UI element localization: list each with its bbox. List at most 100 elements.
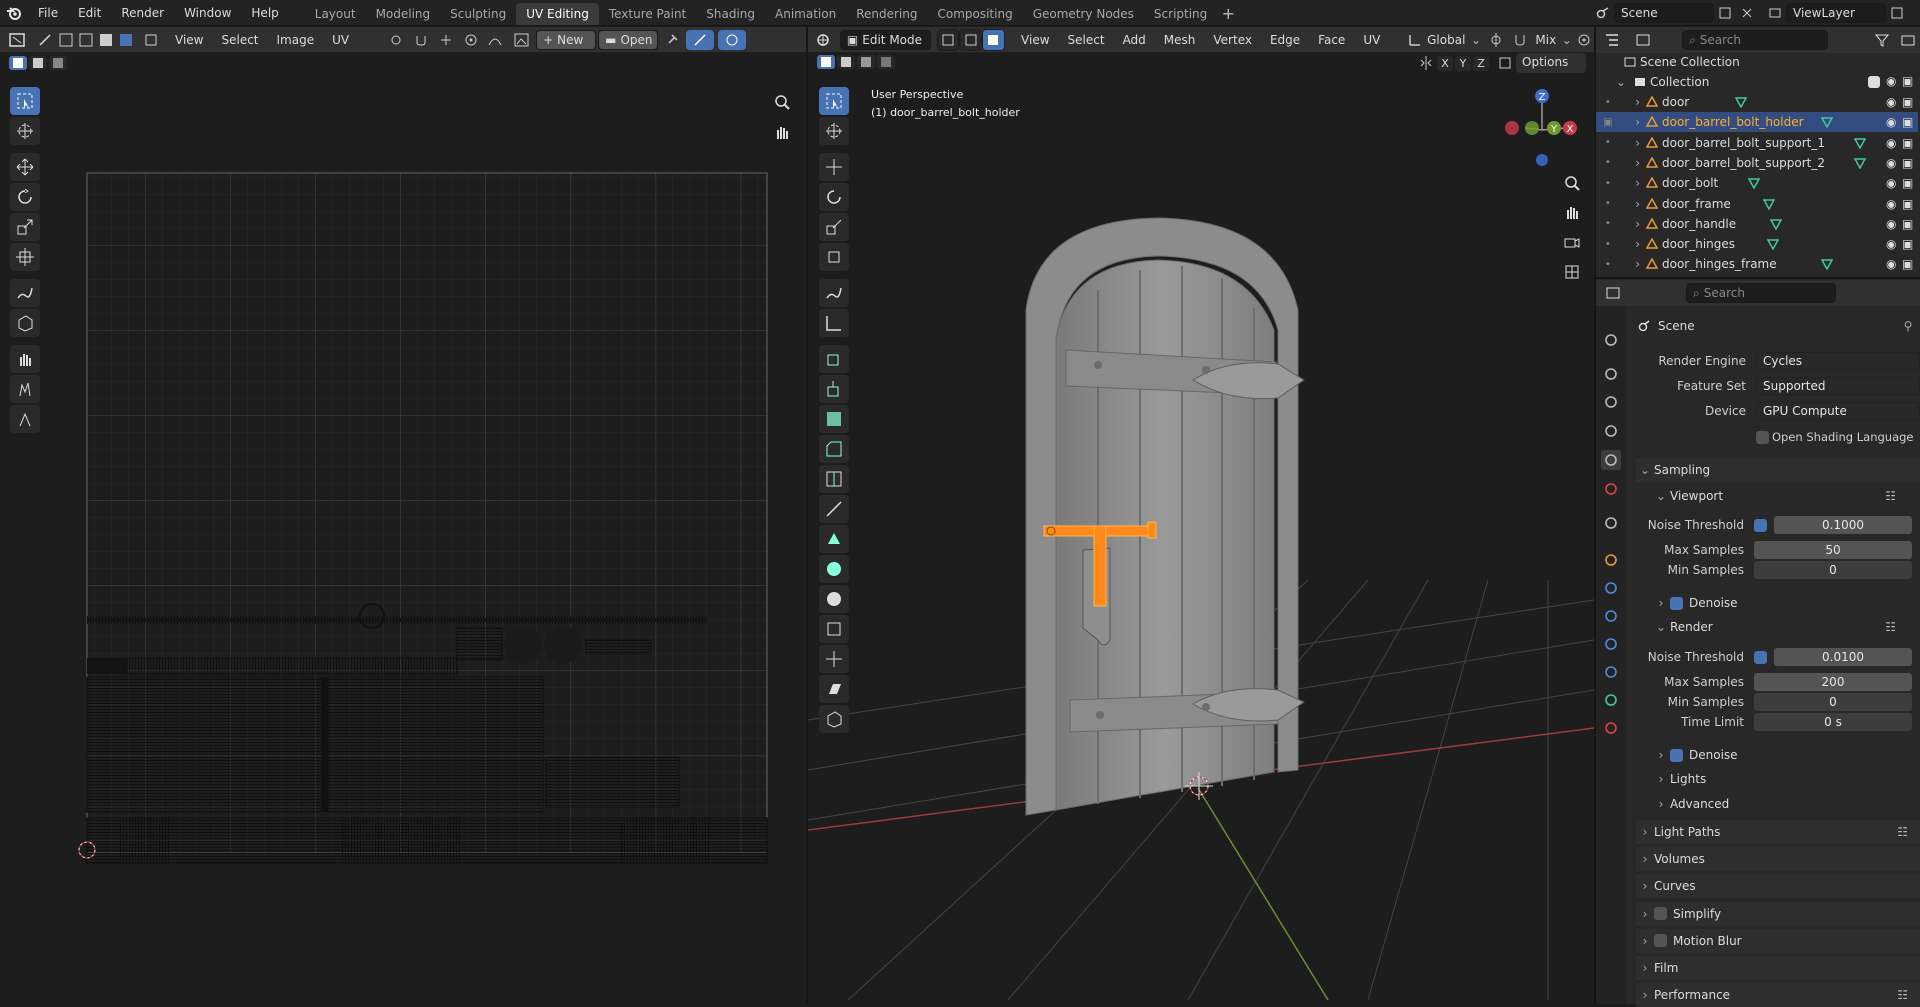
panel-presets-icon[interactable]: ☷ (1897, 825, 1908, 839)
island-select-icon[interactable] (116, 33, 136, 47)
tab-rendering[interactable]: Rendering (846, 3, 927, 25)
panel-volumes[interactable]: › Volumes (1636, 847, 1920, 872)
render-visibility-icon[interactable]: ▣ (1902, 136, 1913, 150)
render-visibility-icon[interactable]: ▣ (1902, 176, 1913, 190)
editor-type-icon[interactable] (0, 32, 34, 47)
vp-menu-mesh[interactable]: Mesh (1155, 33, 1205, 47)
outliner-item-label[interactable]: door_barrel_bolt_support_2 (1662, 156, 1825, 170)
visibility-icon[interactable]: ◉ (1886, 95, 1896, 109)
vp-tool-loop-cut-icon[interactable] (819, 465, 849, 493)
r-denoise-checkbox[interactable] (1670, 748, 1683, 762)
object-tab-icon[interactable] (1601, 550, 1621, 570)
tool-rotate-icon[interactable] (10, 183, 40, 211)
editmode-toggle-icon[interactable]: • (1596, 198, 1620, 209)
render-visibility-icon[interactable]: ▣ (1902, 217, 1913, 231)
mesh-data-icon[interactable] (1768, 218, 1784, 230)
render-tab-icon[interactable] (1601, 364, 1621, 384)
uv-menu-image[interactable]: Image (268, 33, 324, 47)
viewport-presets-icon[interactable]: ☷ (1885, 489, 1896, 503)
collection-exclude-checkbox[interactable] (1868, 76, 1880, 88)
new-view-layer-icon[interactable] (1886, 6, 1908, 20)
expand-arrow-icon[interactable]: › (1620, 95, 1640, 109)
outliner-item[interactable]: • › door_hinges ◉ ▣ (1596, 234, 1918, 254)
outliner-item-label[interactable]: door_barrel_bolt_support_1 (1662, 136, 1825, 150)
vp-tool-bevel-icon[interactable] (819, 435, 849, 463)
vp-tool-transform-icon[interactable] (819, 243, 849, 271)
falloff-icon[interactable] (482, 33, 508, 47)
outliner-editor-type-icon[interactable] (1596, 33, 1629, 47)
vp-tool-smooth-icon[interactable] (819, 585, 849, 613)
feature-set-dropdown[interactable]: Supported (1756, 377, 1920, 395)
editmode-toggle-icon[interactable]: • (1596, 157, 1620, 168)
expand-arrow-icon[interactable]: › (1620, 237, 1640, 251)
collection-visibility-icon[interactable]: ◉ (1886, 74, 1896, 88)
data-tab-icon[interactable] (1601, 690, 1621, 710)
delete-scene-icon[interactable] (1736, 6, 1758, 20)
editmode-toggle-icon[interactable]: • (1596, 239, 1620, 250)
tab-scripting[interactable]: Scripting (1144, 3, 1217, 25)
mirror-x-toggle[interactable]: X (1436, 54, 1454, 72)
vp-camera-icon[interactable] (1560, 230, 1584, 254)
options-dropdown[interactable]: Options (1516, 53, 1586, 73)
outliner-item[interactable]: • › door_barrel_bolt_support_2 ◉ ▣ (1596, 153, 1918, 173)
sync-selection-icon[interactable] (34, 33, 56, 47)
tab-modeling[interactable]: Modeling (366, 3, 441, 25)
vp-max-samples-field[interactable]: 50 (1754, 541, 1912, 559)
outliner-item-label[interactable]: door_bolt (1662, 176, 1718, 190)
uv-layout-canvas[interactable] (60, 160, 780, 880)
uv-zoom-icon[interactable] (770, 90, 794, 114)
sticky-select-icon[interactable] (136, 33, 166, 47)
panel-motion-blur[interactable]: › Motion Blur (1636, 928, 1920, 953)
vp-tool-extrude-icon[interactable] (819, 375, 849, 403)
overlay-toggle-icon[interactable] (718, 29, 747, 50)
outliner-item-label[interactable]: door_barrel_bolt_holder (1662, 115, 1804, 129)
mesh-data-icon[interactable] (1761, 198, 1777, 210)
pin-context-icon[interactable]: ⚲ (1900, 319, 1916, 333)
snapping-icon[interactable] (1509, 33, 1532, 47)
proportional-falloff[interactable]: Mix (1531, 33, 1560, 47)
orientation-dropdown-icon[interactable]: ⌄ (1469, 33, 1482, 47)
r-denoise-subpanel[interactable]: › Denoise (1652, 743, 1920, 767)
uv-pan-icon[interactable] (770, 120, 794, 144)
device-dropdown[interactable]: GPU Compute (1756, 402, 1920, 420)
visibility-icon[interactable]: ◉ (1886, 136, 1896, 150)
view-layer-selector[interactable]: ViewLayer (1786, 3, 1886, 23)
tab-compositing[interactable]: Compositing (927, 3, 1022, 25)
vp-tool-knife-icon[interactable] (819, 495, 849, 523)
vp-tool-shear-icon[interactable] (819, 675, 849, 703)
visibility-icon[interactable]: ◉ (1886, 156, 1896, 170)
expand-arrow-icon[interactable]: › (1620, 136, 1640, 150)
time-limit-field[interactable]: 0 s (1754, 713, 1912, 731)
editmode-toggle-icon[interactable]: • (1596, 259, 1620, 270)
collection-row[interactable]: ⌄ Collection ◉ ▣ (1596, 72, 1918, 92)
panel-light-paths[interactable]: › Light Paths ☷ (1636, 820, 1920, 844)
viewport-editor-type-icon[interactable] (808, 33, 840, 47)
tool-tab-icon[interactable] (1601, 330, 1621, 350)
vp-select-extend-icon[interactable] (836, 54, 856, 70)
outliner-item[interactable]: • › door_handle ◉ ▣ (1596, 214, 1918, 234)
mesh-data-icon[interactable] (1852, 157, 1868, 169)
outliner-search-field[interactable]: ⌕ Search (1681, 30, 1828, 50)
new-collection-icon[interactable] (1897, 33, 1920, 47)
mesh-data-icon[interactable] (1733, 96, 1749, 108)
vp-tool-shrink-icon[interactable] (819, 645, 849, 673)
blender-logo-icon[interactable] (0, 0, 28, 26)
outliner-item-label[interactable]: door_hinges (1662, 237, 1735, 251)
outliner-item[interactable]: • › door_hinges_frame ◉ ▣ (1596, 254, 1918, 274)
panel-presets-icon[interactable]: ☷ (1897, 988, 1908, 1002)
render-visibility-icon[interactable]: ▣ (1902, 115, 1913, 129)
render-visibility-icon[interactable]: ▣ (1902, 237, 1913, 251)
tool-grab-icon[interactable] (10, 345, 40, 373)
add-workspace-icon[interactable]: + (1217, 2, 1239, 24)
outliner-item-label[interactable]: door (1662, 95, 1689, 109)
display-mode-icon[interactable] (1629, 33, 1658, 47)
vp-menu-select[interactable]: Select (1059, 33, 1114, 47)
face-mode-icon[interactable] (981, 28, 1005, 51)
vp-tool-inset-icon[interactable] (819, 405, 849, 433)
vertex-mode-icon[interactable] (936, 28, 960, 51)
new-scene-icon[interactable] (1714, 6, 1736, 20)
scene-collection-row[interactable]: Scene Collection (1596, 52, 1918, 72)
vp-min-samples-field[interactable]: 0 (1754, 561, 1912, 579)
output-tab-icon[interactable] (1601, 392, 1621, 412)
vp-noise-threshold-checkbox[interactable] (1754, 519, 1767, 532)
